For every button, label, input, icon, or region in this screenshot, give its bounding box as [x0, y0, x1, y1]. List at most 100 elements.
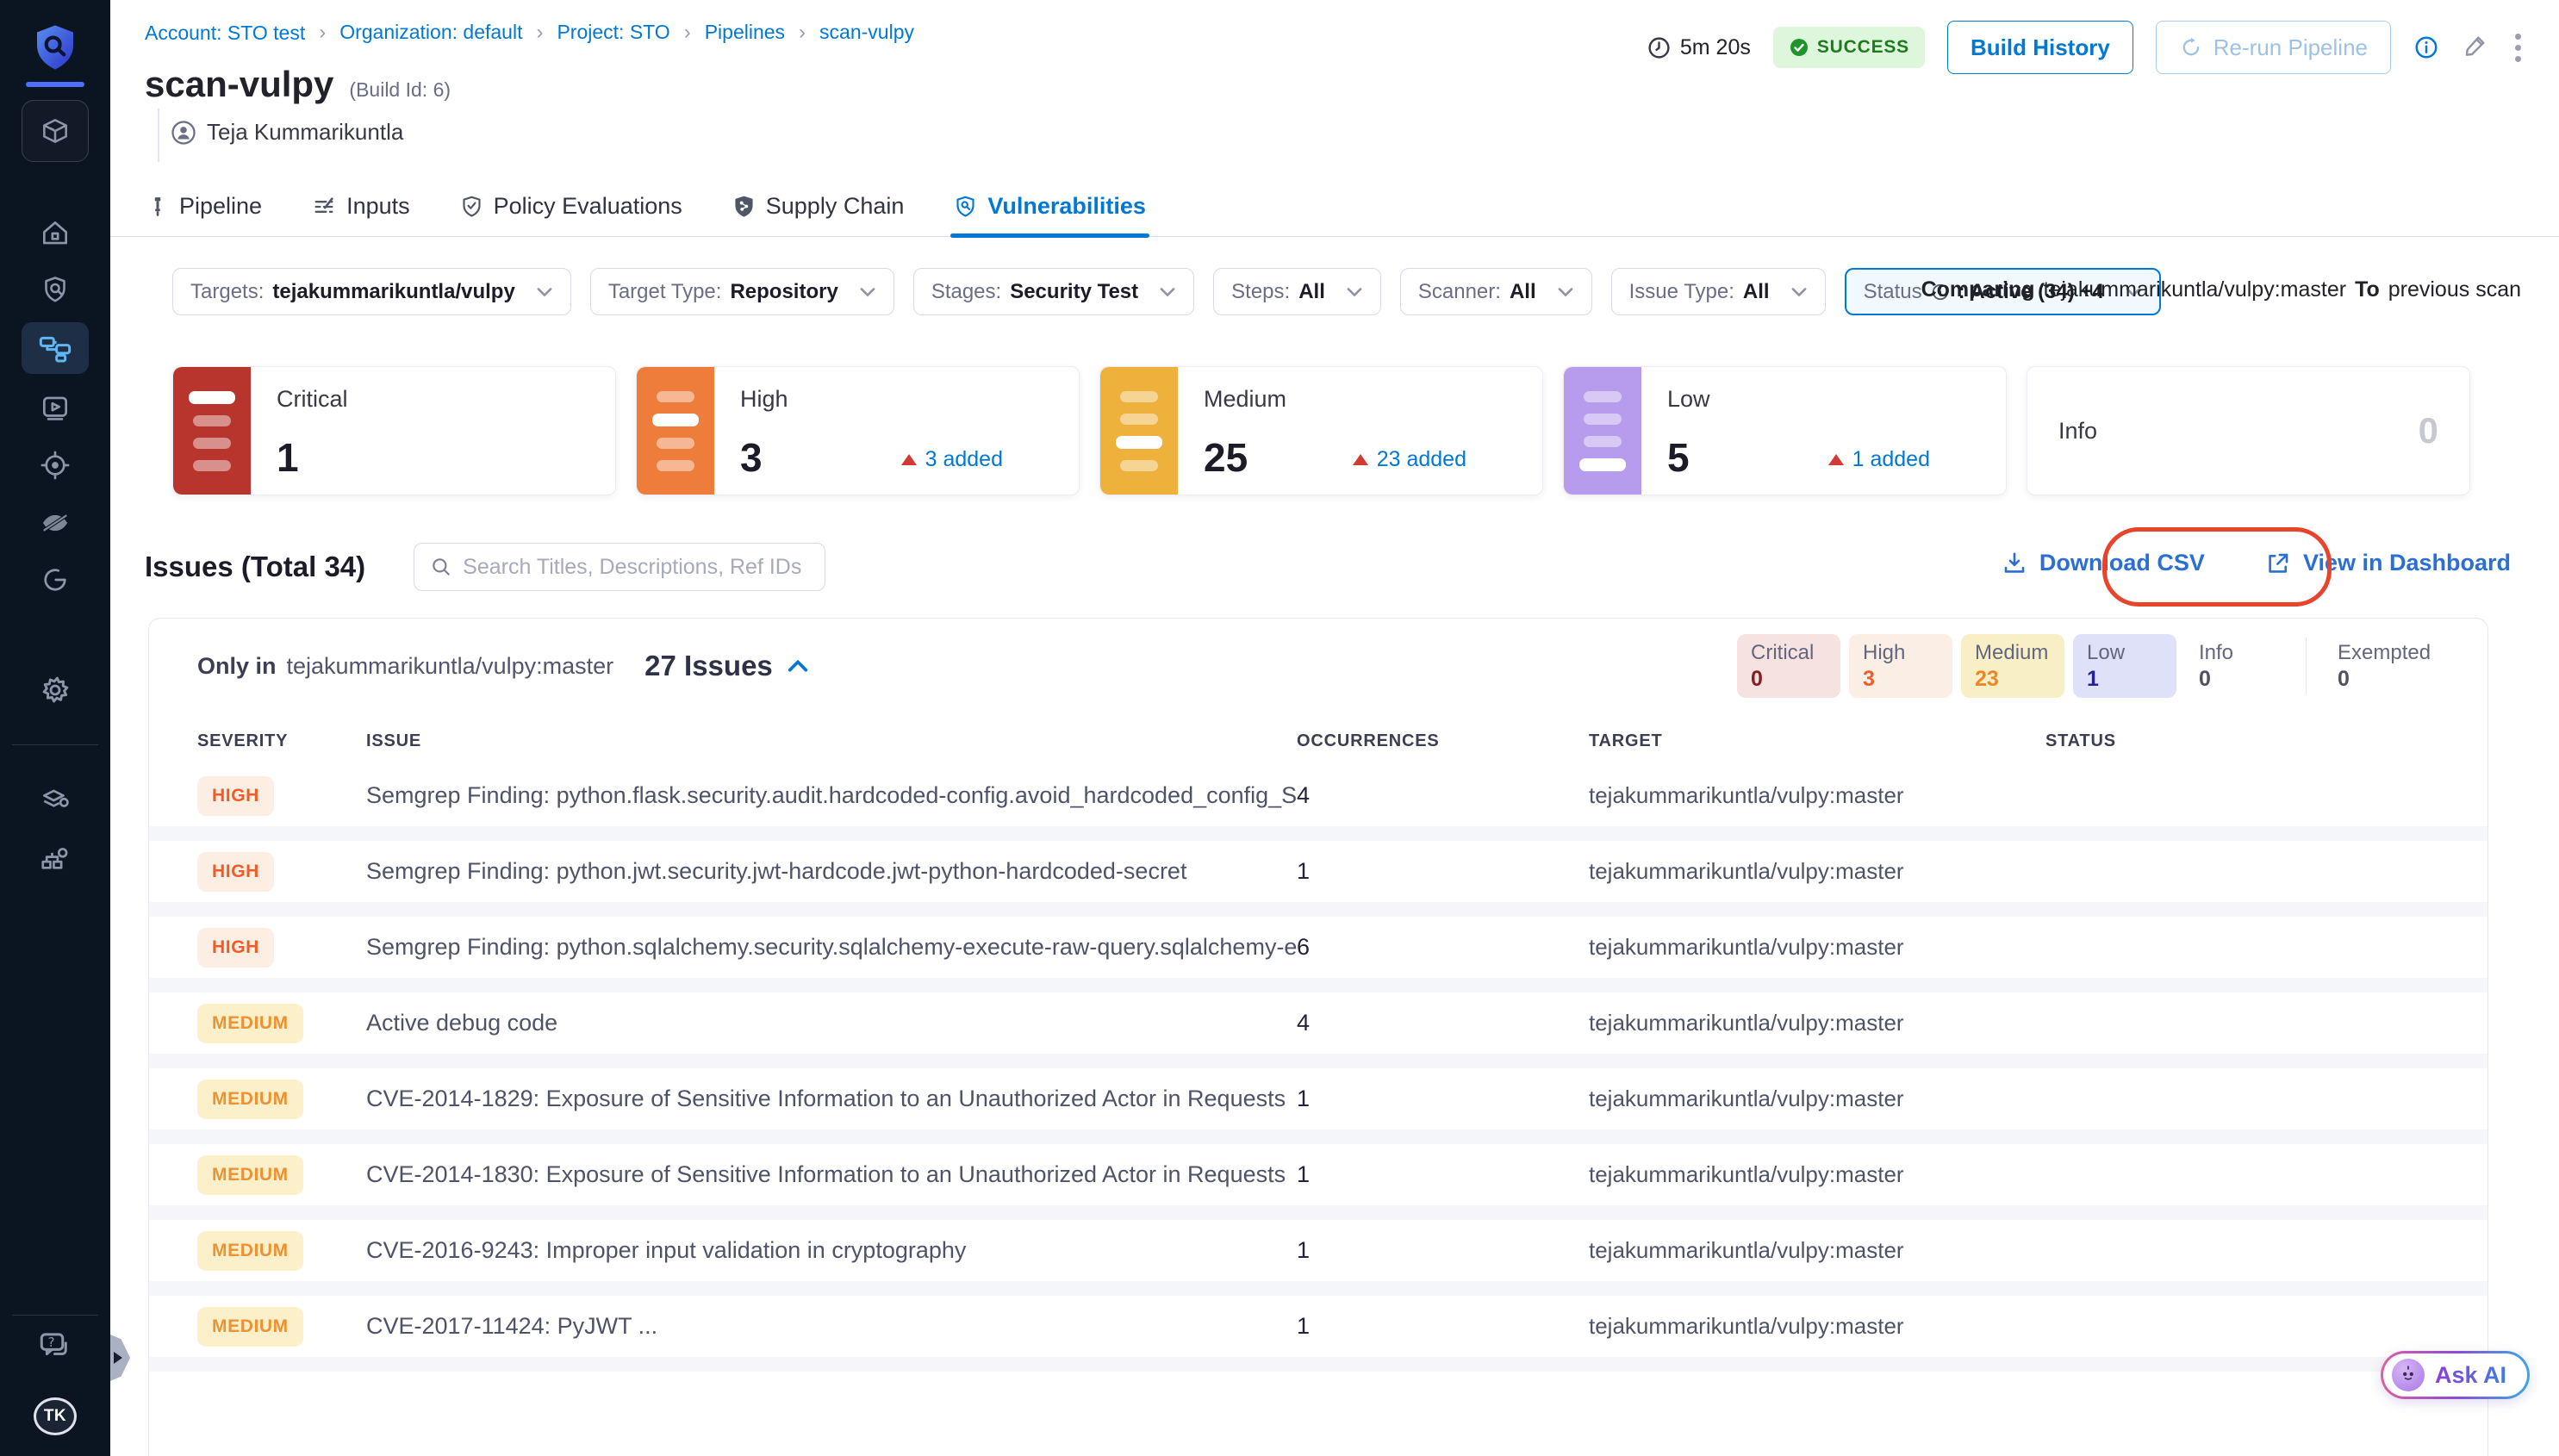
- clock-icon: [1647, 35, 1672, 60]
- sidebar-item-scan-shield[interactable]: [0, 271, 110, 308]
- issue-title: CVE-2017-11424: PyJWT ...: [366, 1313, 1297, 1340]
- run-actions: 5m 20s SUCCESS Build History Re-run Pipe…: [1647, 21, 2525, 74]
- group-issue-count: 27 Issues: [644, 650, 809, 682]
- low-added-delta: 1 added: [1828, 447, 1930, 472]
- severity-bars-icon: [173, 367, 251, 495]
- build-history-button[interactable]: Build History: [1947, 21, 2133, 74]
- sidebar-item-pipelines[interactable]: [0, 322, 110, 374]
- more-options-menu-icon[interactable]: [2512, 30, 2525, 65]
- person-icon: [171, 120, 196, 146]
- info-count: 0: [2419, 410, 2438, 451]
- tab-policy-evaluations[interactable]: Policy Evaluations: [460, 177, 682, 237]
- severity-bars-icon: [637, 367, 714, 495]
- table-row[interactable]: MEDIUM CVE-2016-9243: Improper input val…: [149, 1220, 2487, 1296]
- breadcrumb-project[interactable]: Project: STO: [522, 21, 669, 45]
- main-content: Account: STO test Organization: default …: [110, 0, 2559, 1456]
- filter-stages[interactable]: Stages:Security Test: [913, 268, 1194, 315]
- sto-shield-logo-icon[interactable]: [0, 22, 110, 72]
- view-in-dashboard-button[interactable]: View in Dashboard: [2265, 550, 2511, 576]
- issue-title: CVE-2016-9243: Improper input validation…: [366, 1237, 1297, 1264]
- chip-exempted: Exempted0: [2324, 634, 2427, 698]
- author-name: Teja Kummarikuntla: [207, 119, 403, 146]
- help-chat-icon[interactable]: ?: [0, 1327, 110, 1365]
- severity-card-high[interactable]: High 3 3 added: [636, 366, 1080, 495]
- triangle-up-icon: [901, 454, 917, 465]
- severity-card-info[interactable]: Info 0: [2027, 366, 2470, 495]
- breadcrumb-org[interactable]: Organization: default: [305, 21, 522, 45]
- table-row[interactable]: MEDIUM Active debug code 4 tejakummariku…: [149, 992, 2487, 1068]
- success-check-icon: [1789, 37, 1809, 58]
- rerun-pipeline-button[interactable]: Re-run Pipeline: [2156, 21, 2391, 74]
- collapse-arrow-icon: [114, 1352, 122, 1364]
- filter-steps[interactable]: Steps:All: [1213, 268, 1381, 315]
- breadcrumb-account[interactable]: Account: STO test: [145, 22, 305, 45]
- sidebar-item-executions[interactable]: [0, 389, 110, 426]
- issues-table-header: SEVERITY ISSUE OCCURRENCES TARGET STATUS: [149, 717, 2487, 765]
- tab-pipeline[interactable]: Pipeline: [146, 177, 262, 237]
- logo-underline: [26, 82, 84, 87]
- chevron-down-icon: [859, 286, 876, 298]
- svg-text:?: ?: [48, 1335, 55, 1350]
- occurrences: 1: [1297, 1086, 1589, 1112]
- user-avatar[interactable]: TK: [0, 1397, 110, 1435]
- sidebar-item-getting-started[interactable]: [0, 561, 110, 599]
- info-icon[interactable]: [2413, 34, 2439, 60]
- filter-target-type[interactable]: Target Type:Repository: [590, 268, 894, 315]
- run-duration: 5m 20s: [1647, 35, 1751, 60]
- severity-badge: MEDIUM: [197, 1155, 303, 1195]
- issue-title: CVE-2014-1830: Exposure of Sensitive Inf…: [366, 1161, 1297, 1188]
- tab-vulnerabilities[interactable]: Vulnerabilities: [954, 177, 1146, 237]
- tab-supply-chain[interactable]: Supply Chain: [732, 177, 905, 237]
- sidebar-item-settings[interactable]: [0, 671, 110, 709]
- occurrences: 4: [1297, 782, 1589, 809]
- filter-issue-type[interactable]: Issue Type:All: [1611, 268, 1826, 315]
- issues-panel: Only in tejakummarikuntla/vulpy:master 2…: [148, 618, 2488, 1456]
- occurrences: 1: [1297, 1313, 1589, 1340]
- tab-inputs[interactable]: Inputs: [312, 177, 410, 237]
- build-id-label: (Build Id: 6): [349, 78, 451, 102]
- page-title: scan-vulpy: [145, 64, 333, 105]
- module-switcher-button[interactable]: [0, 100, 110, 162]
- search-input[interactable]: [463, 555, 809, 580]
- ask-ai-button[interactable]: Ask AI: [2381, 1351, 2530, 1399]
- table-row[interactable]: HIGH Semgrep Finding: python.flask.secur…: [149, 765, 2487, 841]
- module-cube-icon: [22, 100, 89, 162]
- table-row[interactable]: MEDIUM CVE-2014-1829: Exposure of Sensit…: [149, 1068, 2487, 1144]
- chevron-up-icon[interactable]: [787, 658, 809, 674]
- chip-high: High3: [1849, 634, 1952, 698]
- high-added-delta: 3 added: [901, 447, 1003, 472]
- title-row: scan-vulpy (Build Id: 6): [145, 64, 451, 105]
- severity-card-critical[interactable]: Critical 1: [172, 366, 616, 495]
- target: tejakummarikuntla/vulpy:master: [1589, 1086, 2045, 1112]
- breadcrumb-current[interactable]: scan-vulpy: [785, 21, 914, 45]
- sidebar-item-hidden-issues[interactable]: [0, 504, 110, 542]
- breadcrumb-pipelines[interactable]: Pipelines: [670, 21, 785, 45]
- sidebar-divider: [12, 744, 98, 745]
- medium-added-delta: 23 added: [1353, 447, 1466, 472]
- chips-divider: [2306, 638, 2307, 694]
- group-severity-chips: Critical0 High3 Medium23 Low1 Info0 Exem…: [1737, 634, 2427, 698]
- edit-pencil-icon[interactable]: [2462, 32, 2489, 64]
- chevron-down-icon: [1557, 286, 1574, 298]
- issue-title: Semgrep Finding: python.sqlalchemy.secur…: [366, 934, 1297, 961]
- table-row[interactable]: MEDIUM CVE-2014-1830: Exposure of Sensit…: [149, 1144, 2487, 1220]
- sidebar-item-default-settings[interactable]: [0, 781, 110, 819]
- issue-group-header[interactable]: Only in tejakummarikuntla/vulpy:master 2…: [149, 619, 2487, 713]
- issues-search[interactable]: [414, 543, 825, 591]
- sidebar-item-org-structure[interactable]: [0, 840, 110, 878]
- chevron-down-icon: [536, 286, 553, 298]
- severity-card-medium[interactable]: Medium 25 23 added: [1099, 366, 1543, 495]
- table-row[interactable]: HIGH Semgrep Finding: python.sqlalchemy.…: [149, 917, 2487, 992]
- triangle-up-icon: [1353, 454, 1368, 465]
- sidebar-item-targets[interactable]: [0, 446, 110, 484]
- sidebar-item-home[interactable]: [0, 215, 110, 252]
- download-csv-button[interactable]: Download CSV: [2002, 550, 2205, 576]
- severity-badge: MEDIUM: [197, 1004, 303, 1043]
- table-row[interactable]: HIGH Semgrep Finding: python.jwt.securit…: [149, 841, 2487, 917]
- severity-badge: MEDIUM: [197, 1080, 303, 1119]
- critical-count: 1: [277, 438, 299, 477]
- filter-scanner[interactable]: Scanner:All: [1400, 268, 1592, 315]
- severity-card-low[interactable]: Low 5 1 added: [1563, 366, 2007, 495]
- table-row[interactable]: MEDIUM CVE-2017-11424: PyJWT ... 1 tejak…: [149, 1296, 2487, 1372]
- filter-targets[interactable]: Targets:tejakummarikuntla/vulpy: [172, 268, 571, 315]
